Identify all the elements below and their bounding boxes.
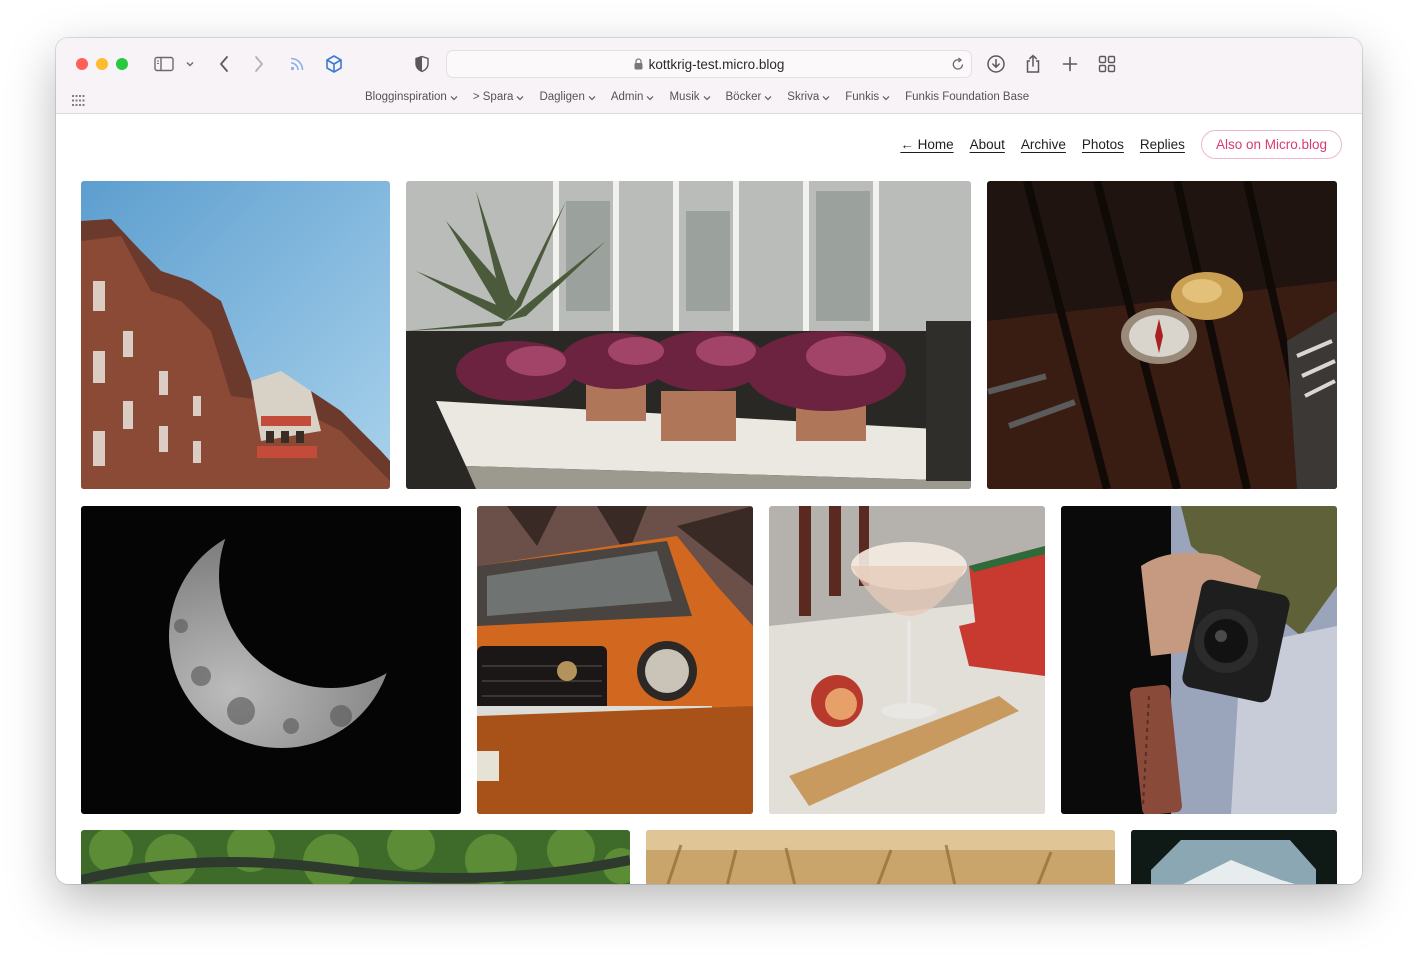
tab-overview-icon[interactable] xyxy=(1095,52,1119,76)
chevron-down-icon[interactable] xyxy=(178,52,202,76)
photo-hand-camera[interactable] xyxy=(1061,506,1337,814)
photo-forest-aerial[interactable] xyxy=(81,830,630,884)
chevron-down-icon xyxy=(822,95,830,100)
photo-mountain-trees[interactable] xyxy=(1131,830,1337,884)
bookmark-item[interactable]: > Spara xyxy=(473,91,525,103)
chevron-down-icon xyxy=(764,95,772,100)
bookmarks-bar: Blogginspiration > Spara Dagligen Admin Musi… xyxy=(56,89,1362,109)
bookmark-label: Böcker xyxy=(725,91,762,103)
chevron-down-icon xyxy=(703,95,710,100)
privacy-shield-icon[interactable] xyxy=(410,52,434,76)
nav-archive-link[interactable]: Archive xyxy=(1021,137,1066,152)
browser-toolbar: kottkrig-test.micro.blog Blogginspiratio… xyxy=(56,38,1362,114)
photo-wheat-field[interactable] xyxy=(646,830,1115,884)
address-bar[interactable]: kottkrig-test.micro.blog xyxy=(446,50,972,78)
nav-about-link[interactable]: About xyxy=(970,137,1005,152)
chevron-down-icon xyxy=(450,95,458,100)
bookmark-item[interactable]: Blogginspiration xyxy=(365,91,458,103)
photo-compass-on-table[interactable] xyxy=(987,181,1337,489)
bookmark-label: Funkis Foundation Base xyxy=(905,91,1030,103)
browser-window: kottkrig-test.micro.blog Blogginspiratio… xyxy=(56,38,1362,884)
chevron-down-icon xyxy=(588,95,596,100)
new-tab-icon[interactable] xyxy=(1058,52,1082,76)
bookmark-item[interactable]: Musik xyxy=(669,91,710,103)
bookmark-item[interactable]: Funkis xyxy=(845,91,890,103)
site-nav: ← Home About Archive Photos Replies Also… xyxy=(900,130,1342,159)
chevron-down-icon xyxy=(516,95,524,100)
photo-london-buildings[interactable] xyxy=(81,181,390,489)
cube-extension-icon[interactable] xyxy=(322,52,346,76)
bookmark-label: Dagligen xyxy=(539,91,585,103)
back-icon[interactable] xyxy=(212,52,236,76)
photo-greenhouse-plants[interactable] xyxy=(406,181,971,489)
minimize-window-button[interactable] xyxy=(96,58,108,70)
nav-replies-link[interactable]: Replies xyxy=(1140,137,1185,152)
reload-icon[interactable] xyxy=(951,56,965,72)
address-url: kottkrig-test.micro.blog xyxy=(648,56,785,72)
chevron-down-icon xyxy=(882,95,890,100)
photo-crescent-moon[interactable] xyxy=(81,506,461,814)
photo-cocktail-watermelon[interactable] xyxy=(769,506,1045,814)
bookmark-item[interactable]: Admin xyxy=(611,91,655,103)
bookmark-label: Musik xyxy=(669,91,700,103)
lock-icon xyxy=(634,58,643,70)
bookmarks-grid-icon[interactable] xyxy=(72,93,85,111)
sidebar-toggle-icon[interactable] xyxy=(152,52,176,76)
chevron-down-icon xyxy=(647,95,654,100)
forward-icon[interactable] xyxy=(247,52,271,76)
photo-orange-car[interactable] xyxy=(477,506,753,814)
bookmark-item[interactable]: Funkis Foundation Base xyxy=(905,91,1029,103)
also-on-microblog-button[interactable]: Also on Micro.blog xyxy=(1200,130,1342,159)
rss-icon[interactable] xyxy=(285,52,309,76)
close-window-button[interactable] xyxy=(76,58,88,70)
bookmark-item[interactable]: Böcker xyxy=(726,91,773,103)
downloads-icon[interactable] xyxy=(984,52,1008,76)
zoom-window-button[interactable] xyxy=(116,58,128,70)
bookmark-item[interactable]: Skriva xyxy=(787,91,830,103)
bookmark-item[interactable]: Dagligen xyxy=(539,91,596,103)
bookmark-label: Blogginspiration xyxy=(365,91,447,103)
bookmark-label: Admin xyxy=(610,91,644,103)
nav-photos-link[interactable]: Photos xyxy=(1082,137,1124,152)
bookmark-label: Funkis xyxy=(845,91,880,103)
bookmark-label: > Spara xyxy=(472,91,514,103)
bookmarks-list: Blogginspiration > Spara Dagligen Admin Musi… xyxy=(365,91,1029,103)
share-icon[interactable] xyxy=(1021,52,1045,76)
bookmark-label: Skriva xyxy=(787,91,820,103)
page-content: ← Home About Archive Photos Replies Also… xyxy=(56,114,1362,884)
nav-home-link[interactable]: ← Home xyxy=(900,137,953,152)
